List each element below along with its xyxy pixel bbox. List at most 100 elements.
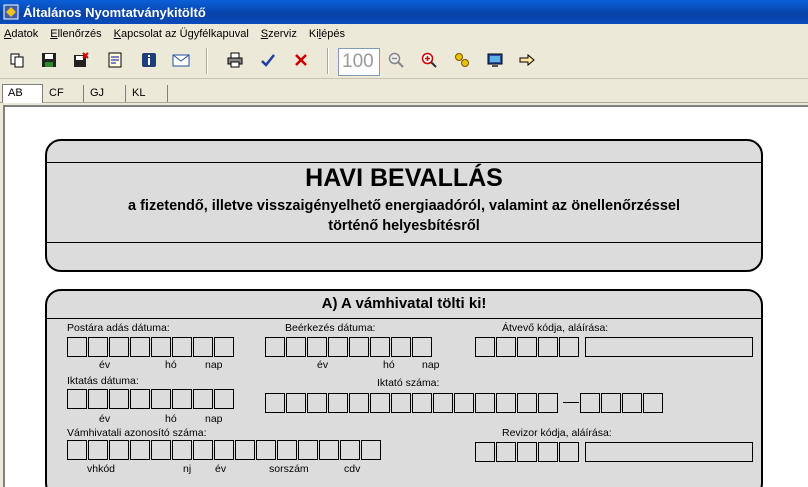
filing-number-box[interactable] [433,393,453,413]
filing-date-box[interactable] [193,389,213,409]
tab-cf[interactable]: CF [44,85,84,102]
filing-number-box[interactable] [412,393,432,413]
receiver-code-box[interactable] [559,337,579,357]
zoom-in-icon[interactable] [418,49,440,71]
filing-number-box[interactable] [496,393,516,413]
arrival-date-box[interactable] [391,337,411,357]
arrival-date-box[interactable] [328,337,348,357]
info-icon[interactable] [138,49,160,71]
section-a-panel: A) A vámhivatal tölti ki! Postára adás d… [45,289,763,487]
toolbar-separator [206,48,208,74]
postal-date-box[interactable] [109,337,129,357]
menu-item-4[interactable]: Kilépés [309,28,345,40]
menu-item-1[interactable]: Ellenőrzés [50,28,101,40]
menu-item-0[interactable]: Adatok [4,28,38,40]
filing-number-box[interactable] [307,393,327,413]
tab-ab[interactable]: AB [2,84,43,103]
postal-date-box[interactable] [214,337,234,357]
auditor-code-box[interactable] [517,442,537,462]
print-icon[interactable] [224,49,246,71]
auditor-code-box[interactable] [559,442,579,462]
form-subtitle-line2: történő helyesbítésről [328,218,480,234]
menu-item-3[interactable]: Szerviz [261,28,297,40]
filing-date-box[interactable] [67,389,87,409]
arrival-date-box[interactable] [286,337,306,357]
edit-doc-icon[interactable] [104,49,126,71]
screen-icon[interactable] [484,49,506,71]
settings-icon[interactable] [451,49,473,71]
zoom-level-input[interactable]: 100 [338,48,380,76]
save-close-icon[interactable] [70,49,92,71]
arrival-date-box[interactable] [412,337,432,357]
customs-id-box[interactable] [319,440,339,460]
filing-number-box[interactable] [391,393,411,413]
copy-icon[interactable] [6,49,28,71]
customs-id-box[interactable] [256,440,276,460]
customs-id-box[interactable] [235,440,255,460]
filing-date-box[interactable] [214,389,234,409]
filing-number-suffix-box[interactable] [601,393,621,413]
vhkod-label: vhkód [87,463,116,475]
mail-icon[interactable] [170,49,192,71]
receiver-code-box[interactable] [538,337,558,357]
cancel-icon[interactable] [290,49,312,71]
save-icon[interactable] [38,49,60,71]
arrival-date-box[interactable] [265,337,285,357]
customs-id-box[interactable] [109,440,129,460]
postal-date-box[interactable] [172,337,192,357]
customs-id-box[interactable] [277,440,297,460]
filing-date-box[interactable] [130,389,150,409]
customs-id-box[interactable] [340,440,360,460]
arrival-date-box[interactable] [370,337,390,357]
filing-date-box[interactable] [109,389,129,409]
auditor-signature-field[interactable] [585,442,753,462]
tab-gj[interactable]: GJ [85,85,126,102]
receiver-code-box[interactable] [496,337,516,357]
arrival-date-box[interactable] [349,337,369,357]
filing-number-box[interactable] [454,393,474,413]
arrival-date-box[interactable] [307,337,327,357]
auditor-code-box[interactable] [475,442,495,462]
customs-id-box[interactable] [88,440,108,460]
tab-kl[interactable]: KL [127,85,168,102]
tab-bar: AB CF GJ KL [0,83,808,103]
customs-id-box[interactable] [172,440,192,460]
filing-number-suffix-box[interactable] [622,393,642,413]
customs-id-box[interactable] [298,440,318,460]
receiver-signature-field[interactable] [585,337,753,357]
check-icon[interactable] [257,49,279,71]
customs-id-box[interactable] [130,440,150,460]
filing-number-box[interactable] [538,393,558,413]
filing-number-suffix-box[interactable] [643,393,663,413]
postal-date-box[interactable] [151,337,171,357]
filing-number-box[interactable] [517,393,537,413]
auditor-code-box[interactable] [538,442,558,462]
filing-number-box[interactable] [328,393,348,413]
customs-id-box[interactable] [67,440,87,460]
customs-id-box[interactable] [361,440,381,460]
postal-date-box[interactable] [193,337,213,357]
receiver-code-box[interactable] [475,337,495,357]
pointer-icon[interactable] [516,49,538,71]
filing-number-box[interactable] [349,393,369,413]
filing-number-box[interactable] [370,393,390,413]
customs-id-box[interactable] [193,440,213,460]
filing-date-box[interactable] [172,389,192,409]
filing-number-box[interactable] [265,393,285,413]
postal-date-box[interactable] [67,337,87,357]
auditor-code-box[interactable] [496,442,516,462]
filing-number-box[interactable] [475,393,495,413]
postal-date-box[interactable] [130,337,150,357]
zoom-out-icon[interactable] [385,49,407,71]
postal-date-box[interactable] [88,337,108,357]
receiver-code-box[interactable] [517,337,537,357]
filing-date-box[interactable] [151,389,171,409]
filing-number-suffix-box[interactable] [580,393,600,413]
customs-id-box[interactable] [214,440,234,460]
filing-date-box[interactable] [88,389,108,409]
year-label: év [99,413,111,425]
cdv-label: cdv [344,463,361,475]
filing-number-box[interactable] [286,393,306,413]
customs-id-box[interactable] [151,440,171,460]
menu-item-2[interactable]: Kapcsolat az Ügyfélkapuval [114,28,249,40]
